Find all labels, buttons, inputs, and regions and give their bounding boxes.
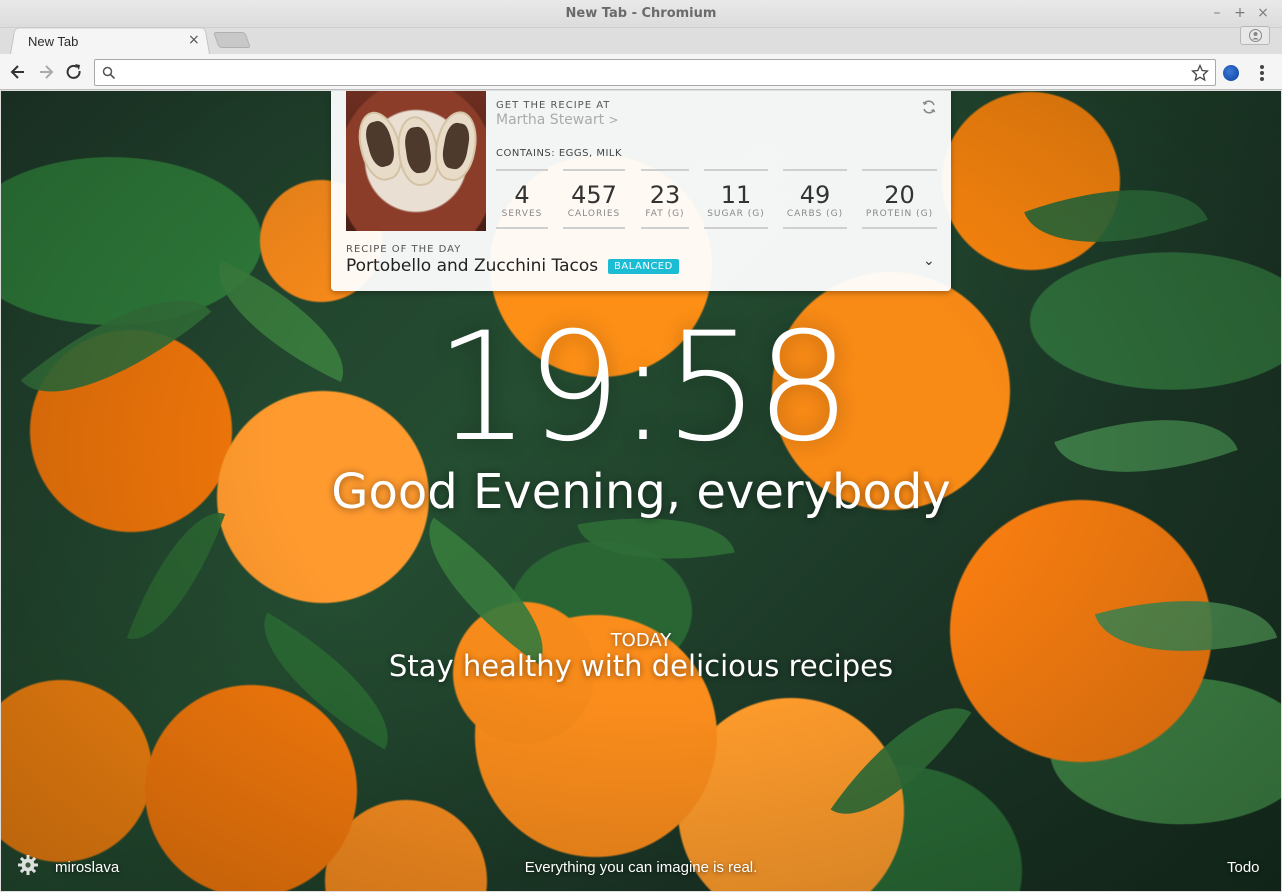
menu-dot bbox=[1260, 77, 1264, 81]
arrow-right-icon bbox=[40, 65, 54, 79]
stat-calories: 457 CALORIES bbox=[563, 169, 625, 229]
focus-text[interactable]: Stay healthy with delicious recipes bbox=[1, 649, 1281, 683]
tab-title: New Tab bbox=[28, 34, 79, 49]
tab-close-button[interactable]: × bbox=[188, 32, 200, 48]
arrow-left-icon bbox=[10, 65, 24, 79]
stat-label: PROTEIN (G) bbox=[865, 209, 934, 219]
balanced-badge: BALANCED bbox=[608, 259, 679, 274]
menu-dot bbox=[1260, 71, 1264, 75]
stat-label: SUGAR (G) bbox=[707, 209, 765, 219]
refresh-icon[interactable] bbox=[921, 99, 937, 115]
recipe-source-link[interactable]: Martha Stewart > bbox=[496, 112, 619, 128]
new-tab-button[interactable] bbox=[213, 32, 251, 48]
stat-protein: 20 PROTEIN (G) bbox=[862, 169, 937, 229]
focus-label: TODAY bbox=[610, 630, 672, 651]
stat-value: 457 bbox=[571, 181, 617, 209]
recipe-widget: GET THE RECIPE AT Martha Stewart > CONTA… bbox=[331, 91, 951, 291]
extension-icon[interactable] bbox=[1223, 65, 1239, 81]
browser-toolbar bbox=[0, 54, 1282, 90]
address-input[interactable] bbox=[123, 63, 1183, 82]
stat-sugar: 11 SUGAR (G) bbox=[704, 169, 768, 229]
stat-label: CALORIES bbox=[567, 209, 621, 219]
tab-new-tab[interactable]: New Tab × bbox=[12, 26, 202, 54]
reload-icon bbox=[66, 64, 81, 79]
background-leaf bbox=[1024, 154, 1208, 278]
address-bar[interactable] bbox=[94, 59, 1216, 86]
recipe-title[interactable]: Portobello and Zucchini Tacos bbox=[346, 256, 598, 276]
minimize-button[interactable]: – bbox=[1208, 4, 1226, 22]
stat-serves: 4 SERVES bbox=[496, 169, 548, 229]
recipe-source-text: Martha Stewart bbox=[496, 112, 605, 128]
stat-label: FAT (G) bbox=[645, 209, 685, 219]
stat-label: CARBS (G) bbox=[786, 209, 844, 219]
recipe-photo[interactable] bbox=[346, 91, 486, 231]
maximize-button[interactable]: + bbox=[1231, 4, 1249, 22]
stat-fat: 23 FAT (G) bbox=[641, 169, 689, 229]
forward-button[interactable] bbox=[36, 62, 56, 82]
recipe-of-the-day-label: RECIPE OF THE DAY bbox=[346, 244, 462, 255]
recipe-allergens: CONTAINS: EGGS, MILK bbox=[496, 148, 623, 159]
stat-value: 49 bbox=[799, 181, 831, 209]
stat-value: 4 bbox=[514, 181, 530, 209]
todo-button[interactable]: Todo bbox=[1227, 859, 1260, 876]
close-window-button[interactable]: × bbox=[1254, 4, 1272, 22]
star-icon[interactable] bbox=[1191, 64, 1209, 82]
daily-quote[interactable]: Everything you can imagine is real. bbox=[1, 859, 1281, 876]
profile-button[interactable] bbox=[1240, 26, 1270, 45]
stat-value: 20 bbox=[884, 181, 915, 209]
stat-value: 23 bbox=[649, 181, 681, 209]
get-recipe-label: GET THE RECIPE AT bbox=[496, 100, 611, 111]
menu-dot bbox=[1260, 65, 1264, 69]
stat-label: SERVES bbox=[501, 209, 543, 219]
momentum-dashboard: GET THE RECIPE AT Martha Stewart > CONTA… bbox=[1, 91, 1281, 891]
stat-carbs: 49 CARBS (G) bbox=[783, 169, 847, 229]
chevron-down-icon[interactable]: ⌄ bbox=[923, 253, 935, 269]
clock[interactable]: 19:58 bbox=[1, 301, 1281, 475]
greeting[interactable]: Good Evening, everybody bbox=[1, 464, 1281, 520]
profile-icon bbox=[1249, 29, 1262, 42]
kebab-menu-icon[interactable] bbox=[1254, 63, 1270, 83]
stat-value: 11 bbox=[720, 181, 752, 209]
back-button[interactable] bbox=[8, 62, 28, 82]
window-title: New Tab - Chromium bbox=[565, 6, 717, 21]
chevron-right-icon: > bbox=[608, 113, 619, 127]
search-icon bbox=[102, 66, 116, 80]
reload-button[interactable] bbox=[64, 62, 84, 82]
background-leaf bbox=[830, 678, 972, 844]
